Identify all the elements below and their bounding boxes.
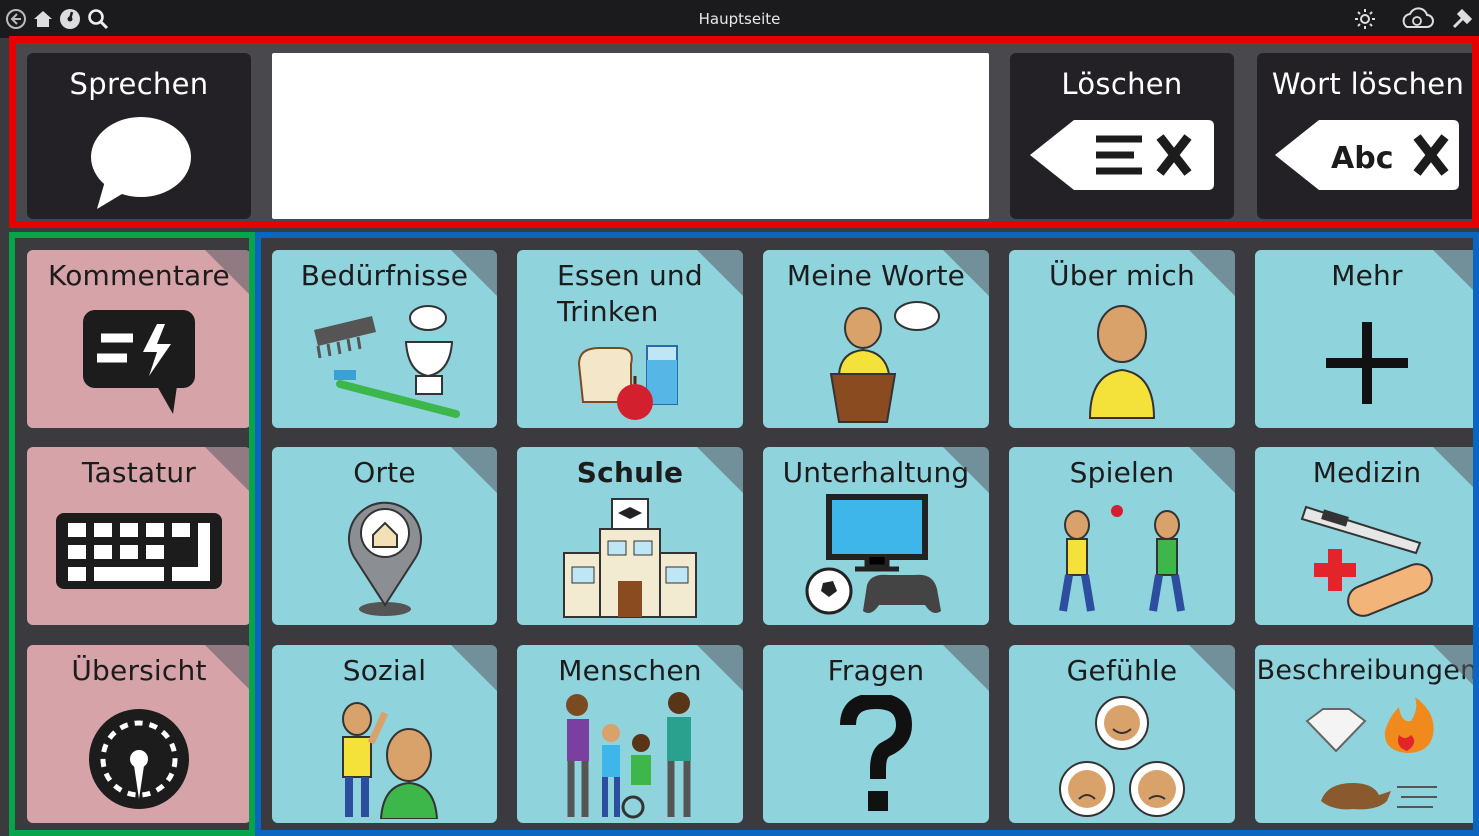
person-self-icon (1088, 305, 1156, 419)
folder-corner (205, 447, 251, 493)
clear-all-icon (1030, 120, 1214, 190)
folder-corner (1433, 447, 1479, 493)
tile-unterhaltung[interactable]: Unterhaltung (763, 447, 989, 625)
thermometer-bandage-icon (1300, 505, 1433, 617)
tile-sozial[interactable]: Sozial (272, 645, 497, 823)
plus-icon (1326, 322, 1408, 404)
tile-schule[interactable]: Schule (517, 447, 743, 625)
folder-corner (943, 250, 989, 296)
tile-fragen[interactable]: Fragen (763, 645, 989, 823)
tile-orte[interactable]: Orte (272, 447, 497, 625)
brightness-icon[interactable] (1353, 7, 1377, 31)
group-people-icon (566, 692, 691, 819)
folder-corner (451, 250, 497, 296)
delete-word-button-label: Wort löschen (1271, 67, 1465, 101)
folder-corner (1433, 645, 1479, 691)
delete-word-button[interactable]: Wort löschen Abc (1257, 53, 1479, 219)
tile-spielen[interactable]: Spielen (1009, 447, 1235, 625)
folder-corner (697, 447, 743, 493)
folder-corner (1189, 250, 1235, 296)
speech-bubble-icon (91, 117, 191, 209)
folder-corner (1189, 447, 1235, 493)
tile-mehr[interactable]: Mehr (1255, 250, 1479, 428)
tv-game-icon (805, 494, 941, 615)
message-window[interactable] (272, 53, 989, 219)
folder-corner (1189, 645, 1235, 691)
tile-medizin[interactable]: Medizin (1255, 447, 1479, 625)
speaker-podium-icon (829, 301, 940, 423)
toiletries-icon (313, 305, 460, 418)
comment-lightning-icon (83, 310, 195, 414)
food-drink-icon (577, 345, 678, 420)
emotion-faces-icon (1059, 696, 1185, 817)
folder-corner (943, 447, 989, 493)
folder-corner (943, 645, 989, 691)
folder-corner (205, 645, 251, 691)
folder-corner (697, 250, 743, 296)
folder-corner (697, 645, 743, 691)
question-mark-icon (840, 695, 913, 811)
tile-gefuehle[interactable]: Gefühle (1009, 645, 1235, 823)
clear-button-label: Löschen (1061, 67, 1183, 101)
folder-corner (1433, 250, 1479, 296)
tile-menschen[interactable]: Menschen (517, 645, 743, 823)
greeting-people-icon (341, 702, 438, 819)
speak-button[interactable]: Sprechen (27, 53, 251, 219)
top-bar: Hauptseite (0, 0, 1479, 38)
cloud-sync-icon[interactable] (1399, 7, 1435, 31)
folder-corner (451, 447, 497, 493)
tile-ueber-mich[interactable]: Über mich (1009, 250, 1235, 428)
delete-word-icon-text: Abc (1331, 141, 1394, 176)
tile-tastatur[interactable]: Tastatur (27, 447, 251, 625)
tile-beschreibungen[interactable]: Beschreibungen (1255, 645, 1479, 823)
tile-uebersicht[interactable]: Übersicht (27, 645, 251, 823)
speedometer-icon (89, 709, 189, 809)
playing-catch-icon (1059, 505, 1185, 612)
keyboard-icon (56, 513, 222, 589)
settings-icon[interactable] (1450, 7, 1474, 31)
folder-corner (205, 250, 251, 296)
location-pin-icon (347, 501, 422, 616)
school-building-icon (563, 498, 697, 618)
tile-beduerfnisse[interactable]: Bedürfnisse (272, 250, 497, 428)
clear-button[interactable]: Löschen (1010, 53, 1234, 219)
speak-button-label: Sprechen (69, 67, 209, 101)
tile-essen-und-trinken[interactable]: Essen und Trinken (517, 250, 743, 428)
tile-meine-worte[interactable]: Meine Worte (763, 250, 989, 428)
tile-label: Essen und Trinken (557, 259, 703, 328)
diamond-fire-rabbit-icon (1305, 697, 1437, 810)
tile-kommentare[interactable]: Kommentare (27, 250, 251, 428)
folder-corner (451, 645, 497, 691)
page-title: Hauptseite (698, 10, 781, 28)
